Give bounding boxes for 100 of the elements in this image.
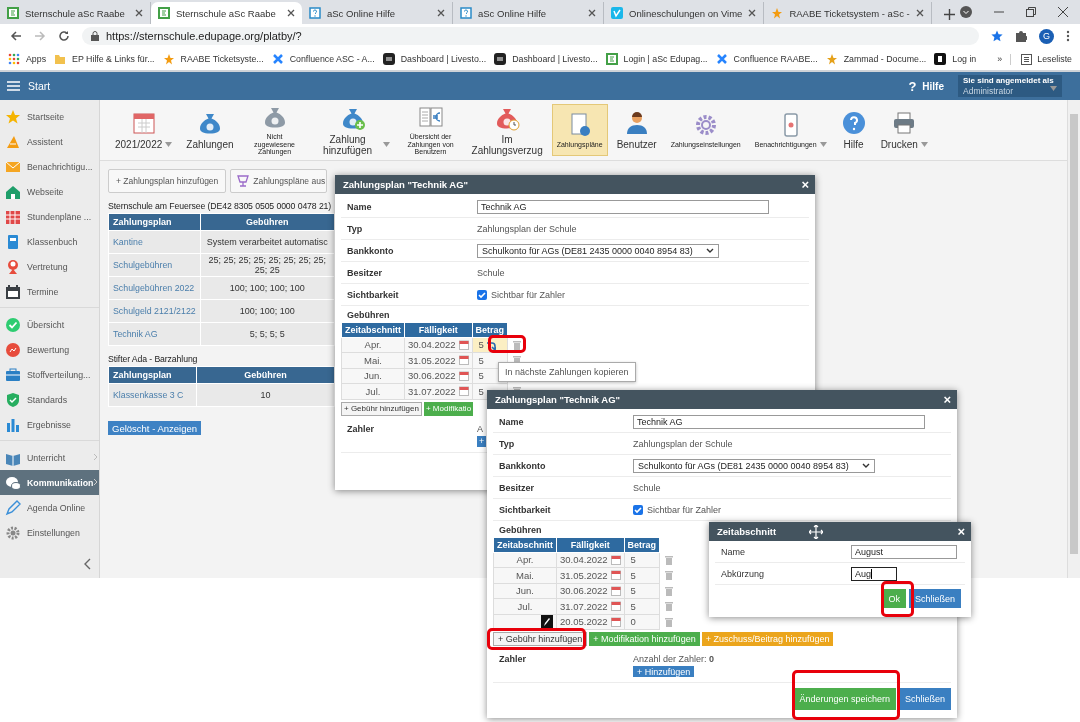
toolbar-button[interactable]: Benutzer [611, 104, 662, 156]
sidebar-item[interactable]: Benachrichtigu... [0, 154, 99, 179]
date-text: 31.07.2022 [560, 600, 608, 612]
toolbar-button[interactable]: Hilfe [835, 104, 872, 156]
add-payer-button[interactable]: + Hinzufügen [633, 666, 695, 677]
sidebar-item[interactable]: Standards [0, 387, 99, 412]
browser-tab[interactable]: Sternschule aSc Raabe [0, 2, 151, 24]
account-select[interactable]: Schulkonto für AGs (DE81 2435 0000 0040 8954 83) [477, 243, 719, 258]
sidebar-item[interactable]: Vertretung [0, 254, 99, 279]
text-field[interactable]: Technik AG [633, 414, 925, 429]
toolbar-button[interactable]: Zahlung hinzufügen [310, 104, 395, 156]
field-label: Besitzer [347, 267, 383, 278]
browser-tab[interactable]: aSc Online Hilfe [302, 2, 453, 24]
column-header: Zahlungsplan [108, 366, 197, 384]
checkbox-label: Sichtbar für Zahler [491, 289, 566, 300]
field-label: Sichtbarkeit [499, 504, 552, 515]
dialog-title: Zahlungsplan "Technik AG" [343, 179, 469, 190]
bookmark[interactable]: Confluence RAABE... [715, 53, 818, 65]
sidebar-item[interactable]: Übersicht [0, 312, 99, 337]
field-label: Bankkonto [347, 245, 395, 256]
field-label: Sichtbarkeit [347, 289, 400, 300]
show-deleted-button[interactable]: Gelöscht - Anzeigen [108, 421, 202, 435]
table-cell: 10 [196, 383, 335, 407]
sidebar-item[interactable]: Termine [0, 279, 99, 304]
field-label: Abkürzung [721, 568, 766, 579]
add-button[interactable]: + Gebühr hinzufügen [493, 632, 588, 646]
toolbar-button[interactable]: Im Zahlungsverzug [466, 104, 548, 156]
close-button[interactable]: × [801, 178, 809, 191]
table-cell: 100; 100; 100; 100 [200, 276, 335, 300]
date-text: 31.05.2022 [560, 569, 608, 581]
sidebar-item[interactable]: Ergebnisse [0, 412, 99, 437]
period-text: Apr. [516, 554, 534, 566]
add-payer-button[interactable]: + [477, 435, 487, 447]
bookmark[interactable]: Login | aSc Edupag... [605, 53, 708, 65]
sidebar-item[interactable]: Stoffverteilung... [0, 362, 99, 387]
sidebar-item[interactable]: Kommunikation [0, 470, 99, 495]
bookmark[interactable]: RAABE Ticketsyste... [162, 53, 264, 65]
group-title: Stifter Ada - Barzahlung [108, 354, 198, 364]
browser-tab[interactable]: Sternschule aSc Raabe [151, 2, 302, 24]
close-button[interactable]: Schließen [898, 688, 951, 710]
column-header: Betrag [624, 537, 660, 552]
bookmark[interactable]: Zammad - Docume... [825, 53, 927, 65]
bookmark[interactable]: Dashboard | Livesto... [382, 53, 487, 65]
menu-button[interactable]: Start [0, 80, 107, 92]
browser-tab[interactable]: aSc Online Hilfe [453, 2, 604, 24]
toolbar-button[interactable]: Zahlungen [181, 104, 239, 156]
import-plans-button[interactable]: Zahlungspläne aus [230, 169, 328, 193]
date-text: 20.05.2022 [560, 616, 608, 628]
bookmark[interactable]: Apps [8, 53, 47, 65]
account-select[interactable]: Schulkonto für AGs (DE81 2435 0000 0040 8954 83) [633, 458, 875, 473]
column-header: Fälligkeit [404, 322, 473, 337]
column-header: Gebühren [200, 213, 335, 231]
more-bookmarks-button[interactable]: » [997, 54, 1003, 64]
period-text: Jun. [516, 585, 534, 597]
period-text: Jul. [365, 385, 381, 397]
column-header: Zeitabschnitt [341, 322, 405, 337]
text-field[interactable]: Technik AG [477, 199, 769, 214]
column-header: Zahlungsplan [108, 213, 201, 231]
browser-tab[interactable]: Onlineschulungen on Vime [604, 2, 765, 24]
sidebar-item[interactable]: Startseite [0, 104, 99, 129]
add-button[interactable]: + Gebühr hinzufügen [341, 401, 422, 416]
sidebar-item[interactable]: Klassenbuch [0, 229, 99, 254]
table-cell: System verarbeitet automatisc [200, 230, 335, 254]
sidebar-item[interactable]: Assistent [0, 129, 99, 154]
table-cell: 100; 100; 100 [200, 299, 335, 323]
toolbar-button[interactable]: 2021/2022 [110, 104, 178, 156]
table-cell: 25; 25; 25; 25; 25; 25; 25; 25; 25; 25 [200, 253, 335, 277]
bookmark[interactable]: EP Hilfe & Links für... [54, 53, 155, 65]
close-button[interactable]: × [943, 393, 951, 406]
bookmark[interactable]: Confluence ASC - A... [271, 53, 375, 65]
sidebar-item[interactable]: Stundenpläne ... [0, 204, 99, 229]
period-text: Jun. [364, 370, 382, 382]
text-field[interactable]: August [851, 544, 957, 559]
close-button[interactable]: Schließen [908, 589, 961, 608]
sidebar-item[interactable]: Einstellungen [0, 520, 99, 545]
period-text: Mai. [516, 569, 534, 581]
bookmark[interactable]: Log in [934, 53, 977, 65]
field-label: Name [499, 416, 525, 427]
sidebar-item[interactable]: Bewertung [0, 337, 99, 362]
reading-list-button[interactable]: Leseliste [1010, 53, 1072, 65]
period-text: Jul. [517, 600, 533, 612]
address-field[interactable]: https://sternschule.edupage.org/platby/? [82, 27, 979, 45]
payer-count: Anzahl der Zahler: 0 [633, 654, 715, 664]
plan-link[interactable]: Kantine [113, 237, 143, 247]
bookmark[interactable]: Dashboard | Livesto... [494, 53, 598, 65]
date-text: 30.04.2022 [408, 339, 456, 351]
date-text: 31.07.2022 [408, 385, 456, 397]
help-button[interactable]: ? Hilfe [908, 78, 944, 94]
user-menu[interactable]: Sie sind angemeldet als Administrator [958, 75, 1062, 97]
amount-text: 5 [630, 554, 636, 566]
browser-tab[interactable]: RAABE Ticketsystem - aSc - [764, 2, 932, 24]
close-button[interactable]: × [957, 525, 965, 538]
add-plan-button[interactable]: + Zahlungsplan hinzufügen [108, 169, 227, 193]
toolbar-button[interactable]: Drucken [875, 104, 933, 156]
sidebar-item[interactable]: Webseite [0, 179, 99, 204]
profile-button[interactable]: G [1039, 28, 1054, 44]
sidebar-item[interactable]: Unterricht [0, 445, 99, 470]
sidebar-item[interactable]: Agenda Online [0, 495, 99, 520]
text-field[interactable]: Aug [851, 566, 897, 581]
field-label: Zahler [347, 423, 375, 436]
